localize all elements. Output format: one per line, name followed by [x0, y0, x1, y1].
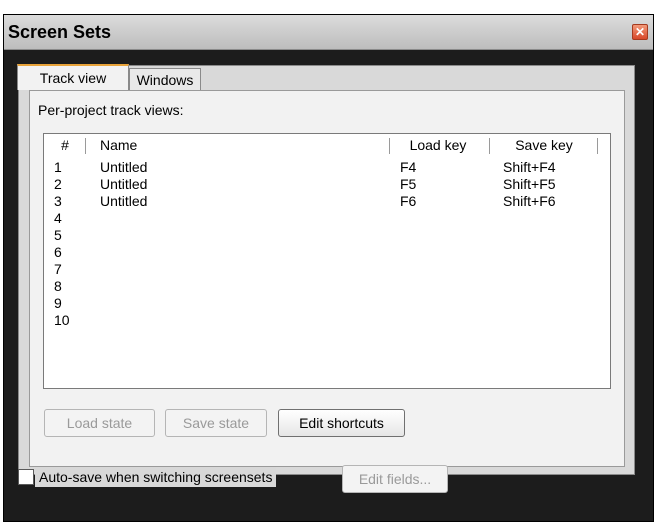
row-number: 8 — [54, 278, 62, 294]
table-row[interactable]: 4 — [44, 210, 610, 226]
row-name: Untitled — [100, 193, 148, 209]
row-save-key: Shift+F6 — [503, 193, 556, 209]
row-save-key: Shift+F4 — [503, 159, 556, 175]
edit-shortcuts-button[interactable]: Edit shortcuts — [278, 409, 405, 437]
row-number: 7 — [54, 261, 62, 277]
table-row[interactable]: 9 — [44, 295, 610, 311]
row-load-key: F6 — [400, 193, 417, 209]
track-view-page: Per-project track views: # Name Load key… — [29, 90, 625, 467]
row-number: 1 — [54, 159, 62, 175]
column-header-save-key[interactable]: Save key — [496, 137, 592, 153]
table-row[interactable]: 2 Untitled F5 Shift+F5 — [44, 176, 610, 192]
per-project-caption: Per-project track views: — [38, 102, 184, 118]
load-state-button[interactable]: Load state — [44, 409, 155, 437]
title-bar[interactable]: Screen Sets ✕ — [4, 15, 653, 50]
tab-windows[interactable]: Windows — [129, 68, 201, 90]
autosave-label[interactable]: Auto-save when switching screensets — [35, 467, 277, 487]
row-number: 2 — [54, 176, 62, 192]
table-row[interactable]: 6 — [44, 244, 610, 260]
tab-track-view[interactable]: Track view — [17, 64, 129, 90]
table-row[interactable]: 8 — [44, 278, 610, 294]
row-load-key: F5 — [400, 176, 417, 192]
column-header-name[interactable]: Name — [100, 137, 137, 153]
tab-panel: Track view Windows Per-project track vie… — [17, 64, 635, 475]
column-header-load-key[interactable]: Load key — [396, 137, 480, 153]
row-name: Untitled — [100, 176, 148, 192]
row-number: 3 — [54, 193, 62, 209]
table-row[interactable]: 3 Untitled F6 Shift+F6 — [44, 193, 610, 209]
column-divider[interactable] — [489, 138, 490, 154]
table-row[interactable]: 1 Untitled F4 Shift+F4 — [44, 159, 610, 175]
row-number: 9 — [54, 295, 62, 311]
row-number: 4 — [54, 210, 62, 226]
table-row[interactable]: 10 — [44, 312, 610, 328]
table-row[interactable]: 5 — [44, 227, 610, 243]
column-divider[interactable] — [85, 138, 86, 154]
track-views-list[interactable]: # Name Load key Save key 1 Untitled F4 S… — [43, 133, 611, 389]
column-header-number[interactable]: # — [54, 137, 76, 153]
table-row[interactable]: 7 — [44, 261, 610, 277]
screen-sets-window: Screen Sets ✕ Track view Windows Per-pro… — [3, 14, 654, 522]
row-load-key: F4 — [400, 159, 417, 175]
column-divider[interactable] — [597, 138, 598, 154]
row-number: 5 — [54, 227, 62, 243]
window-title: Screen Sets — [8, 22, 112, 42]
column-divider[interactable] — [389, 138, 390, 154]
save-state-button[interactable]: Save state — [165, 409, 267, 437]
list-header: # Name Load key Save key — [44, 134, 610, 158]
edit-fields-button[interactable]: Edit fields... — [342, 465, 448, 493]
row-number: 10 — [54, 312, 70, 328]
row-name: Untitled — [100, 159, 148, 175]
close-icon[interactable]: ✕ — [632, 24, 648, 40]
row-number: 6 — [54, 244, 62, 260]
autosave-checkbox[interactable] — [18, 469, 34, 485]
row-save-key: Shift+F5 — [503, 176, 556, 192]
